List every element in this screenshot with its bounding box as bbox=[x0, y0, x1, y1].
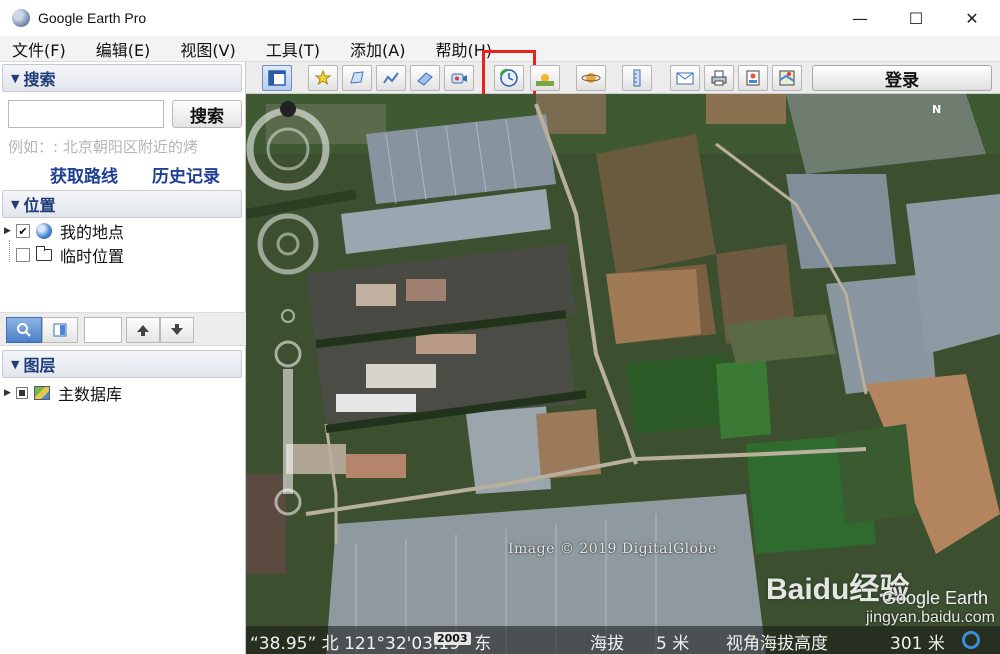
add-path-button[interactable] bbox=[376, 65, 406, 91]
eye-altitude-value: 301 米 bbox=[890, 634, 945, 654]
search-places-button[interactable] bbox=[6, 317, 42, 343]
save-image-button[interactable] bbox=[738, 65, 768, 91]
history-link[interactable]: 历史记录 bbox=[152, 162, 220, 187]
ruler-button[interactable] bbox=[622, 65, 652, 91]
add-polygon-icon bbox=[350, 71, 364, 84]
collapse-triangle-icon: ▼ bbox=[11, 197, 20, 211]
compass-north-label: N bbox=[932, 103, 942, 116]
primary-database-checkbox[interactable] bbox=[16, 387, 28, 399]
arrow-up-icon bbox=[137, 325, 149, 336]
email-icon bbox=[676, 72, 694, 85]
places-filter-field[interactable] bbox=[84, 317, 122, 343]
places-toolbar bbox=[0, 312, 246, 346]
menu-file[interactable]: 文件(F) bbox=[0, 37, 76, 61]
minimize-button[interactable]: — bbox=[832, 0, 888, 36]
magnifier-icon bbox=[17, 323, 31, 337]
menu-add[interactable]: 添加(A) bbox=[338, 37, 415, 61]
expand-arrow-icon[interactable]: ▶ bbox=[4, 388, 16, 398]
sidebar-toggle-button[interactable] bbox=[262, 65, 292, 91]
menu-tools[interactable]: 工具(T) bbox=[254, 37, 330, 61]
expand-arrow-icon[interactable]: ▶ bbox=[4, 226, 16, 236]
layers-icon bbox=[34, 386, 50, 400]
streaming-indicator-icon bbox=[962, 631, 980, 649]
imagery-copyright: Image © 2019 DigitalGlobe bbox=[508, 541, 717, 557]
collapse-triangle-icon: ▼ bbox=[11, 71, 20, 85]
temporary-places-checkbox[interactable] bbox=[16, 248, 30, 262]
close-button[interactable]: ✕ bbox=[944, 0, 1000, 36]
ruler-icon bbox=[633, 69, 641, 87]
map-3d-view[interactable]: N Image © 2019 DigitalGlobe Baidu经验 Goog… bbox=[246, 94, 1000, 654]
eye-altitude-label: 视角海拔高度 bbox=[726, 634, 828, 654]
status-bar: “38.95” 北 121°32'03.19” 东 2003 海拔 5 米 视角… bbox=[246, 626, 1000, 654]
tree-item-my-places[interactable]: ▶ ✔ 我的地点 bbox=[4, 220, 124, 242]
search-header-label: 搜索 bbox=[23, 70, 56, 89]
google-earth-logo: Google Earth bbox=[882, 588, 989, 608]
view-in-maps-icon bbox=[779, 70, 795, 86]
search-hint: 例如：: 北京朝阳区附近的烤 bbox=[8, 138, 198, 156]
planets-button[interactable] bbox=[576, 65, 606, 91]
tree-item-primary-database[interactable]: ▶ 主数据库 bbox=[4, 382, 122, 404]
record-tour-icon bbox=[451, 73, 467, 84]
title-bar: Google Earth Pro — ☐ ✕ bbox=[0, 0, 1000, 36]
places-header-label: 位置 bbox=[23, 196, 56, 215]
places-section-header[interactable]: ▼ 位置 bbox=[2, 190, 242, 218]
globe-icon bbox=[36, 223, 52, 239]
tree-item-temporary-places[interactable]: 临时位置 bbox=[4, 244, 124, 266]
tree-item-label: 我的地点 bbox=[60, 223, 125, 242]
add-placemark-icon bbox=[314, 69, 332, 86]
save-image-icon bbox=[746, 70, 760, 86]
add-image-overlay-button[interactable] bbox=[410, 65, 440, 91]
watermark-url: jingyan.baidu.com bbox=[866, 609, 995, 626]
elevation-value: 5 米 bbox=[656, 634, 690, 654]
sunlight-icon bbox=[536, 74, 554, 86]
window-title: Google Earth Pro bbox=[38, 10, 147, 26]
navigation-controls[interactable] bbox=[246, 94, 346, 524]
main-toolbar: 登录 bbox=[246, 50, 1000, 104]
move-up-button[interactable] bbox=[126, 317, 160, 343]
folder-icon bbox=[36, 246, 52, 261]
panel-icon bbox=[53, 323, 67, 337]
panel-toggle-button[interactable] bbox=[42, 317, 78, 343]
view-in-maps-button[interactable] bbox=[772, 65, 802, 91]
search-button[interactable]: 搜索 bbox=[172, 100, 242, 128]
google-earth-window: Google Earth Pro — ☐ ✕ 文件(F) 编辑(E) 视图(V)… bbox=[0, 0, 1000, 654]
login-button[interactable]: 登录 bbox=[812, 65, 992, 91]
add-polygon-button[interactable] bbox=[342, 65, 372, 91]
menu-view[interactable]: 视图(V) bbox=[168, 37, 245, 61]
layers-section-header[interactable]: ▼ 图层 bbox=[2, 350, 242, 378]
sidebar-toggle-icon bbox=[268, 70, 286, 86]
tree-item-label: 主数据库 bbox=[58, 385, 123, 404]
search-input[interactable] bbox=[8, 100, 164, 128]
planets-icon bbox=[581, 73, 601, 83]
sidebar: ▼ 搜索 搜索 例如：: 北京朝阳区附近的烤 获取路线 历史记录 ▼ 位置 ▶ … bbox=[0, 62, 246, 654]
move-down-button[interactable] bbox=[160, 317, 194, 343]
maximize-button[interactable]: ☐ bbox=[888, 0, 944, 36]
print-button[interactable] bbox=[704, 65, 734, 91]
add-image-overlay-icon bbox=[417, 72, 433, 86]
add-placemark-button[interactable] bbox=[308, 65, 338, 91]
my-places-checkbox[interactable]: ✔ bbox=[16, 224, 30, 238]
arrow-down-icon bbox=[171, 324, 183, 335]
layers-header-label: 图层 bbox=[23, 356, 56, 375]
add-path-icon bbox=[383, 72, 399, 84]
email-button[interactable] bbox=[670, 65, 700, 91]
window-controls: — ☐ ✕ bbox=[832, 0, 1000, 36]
get-directions-link[interactable]: 获取路线 bbox=[50, 162, 118, 187]
elevation-label: 海拔 bbox=[590, 634, 624, 654]
record-tour-button[interactable] bbox=[444, 65, 474, 91]
print-icon bbox=[711, 70, 727, 86]
google-earth-app-icon bbox=[12, 9, 30, 27]
collapse-triangle-icon: ▼ bbox=[11, 357, 20, 371]
tree-item-label: 临时位置 bbox=[60, 247, 125, 266]
imagery-date[interactable]: 2003 bbox=[434, 632, 471, 645]
menu-edit[interactable]: 编辑(E) bbox=[84, 37, 161, 61]
sunlight-button[interactable] bbox=[530, 65, 560, 91]
search-section-header[interactable]: ▼ 搜索 bbox=[2, 64, 242, 92]
